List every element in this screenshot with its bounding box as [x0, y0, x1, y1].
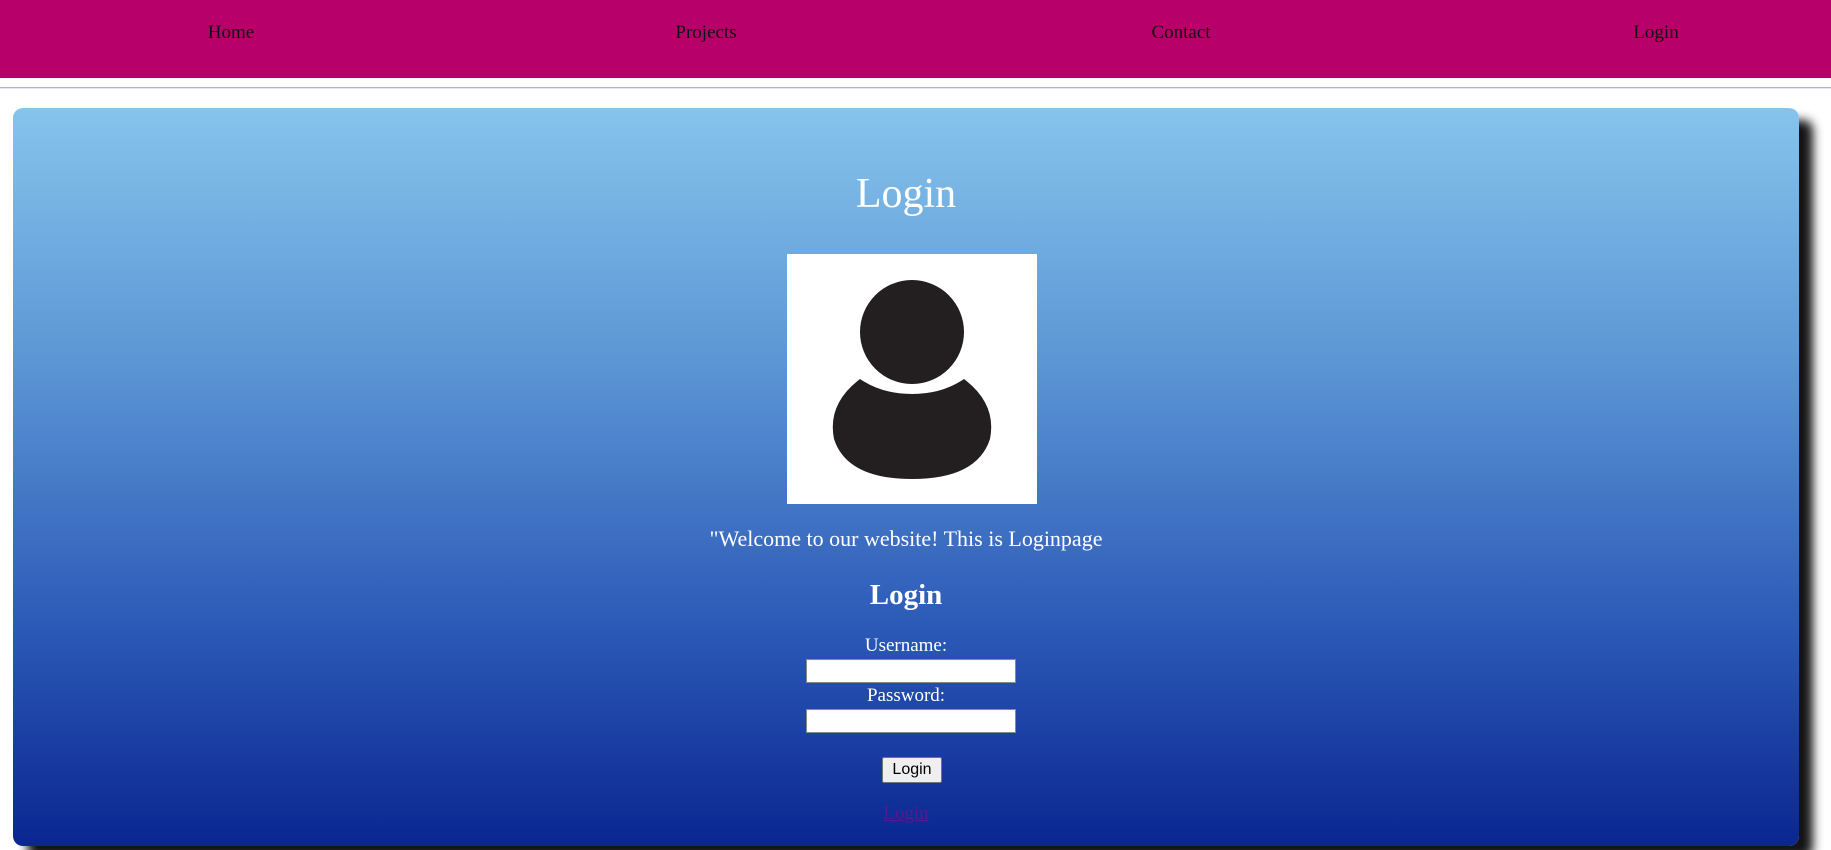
nav-link-login[interactable]: Login	[1633, 22, 1678, 44]
horizontal-divider	[0, 87, 1831, 89]
form-title: Login	[869, 579, 943, 611]
password-input[interactable]	[806, 709, 1016, 733]
top-navigation-bar: Home Projects Contact Login	[0, 0, 1831, 78]
welcome-message: "Welcome to our website! This is Loginpa…	[709, 526, 1103, 551]
login-submit-button[interactable]: Login	[882, 757, 942, 783]
password-label: Password:	[866, 685, 946, 706]
login-card: Login "Welcome to our website! This is L…	[13, 108, 1799, 846]
user-silhouette-icon	[832, 275, 992, 479]
username-input[interactable]	[806, 659, 1016, 683]
nav-link-home[interactable]: Home	[208, 22, 254, 44]
username-label: Username:	[864, 635, 948, 656]
footer-login-link[interactable]: Login	[883, 803, 928, 824]
page-title: Login	[855, 171, 957, 217]
nav-link-projects[interactable]: Projects	[675, 22, 736, 44]
avatar	[787, 254, 1037, 504]
footer-link-container: Login	[13, 803, 1799, 825]
nav-link-contact[interactable]: Contact	[1151, 22, 1210, 44]
